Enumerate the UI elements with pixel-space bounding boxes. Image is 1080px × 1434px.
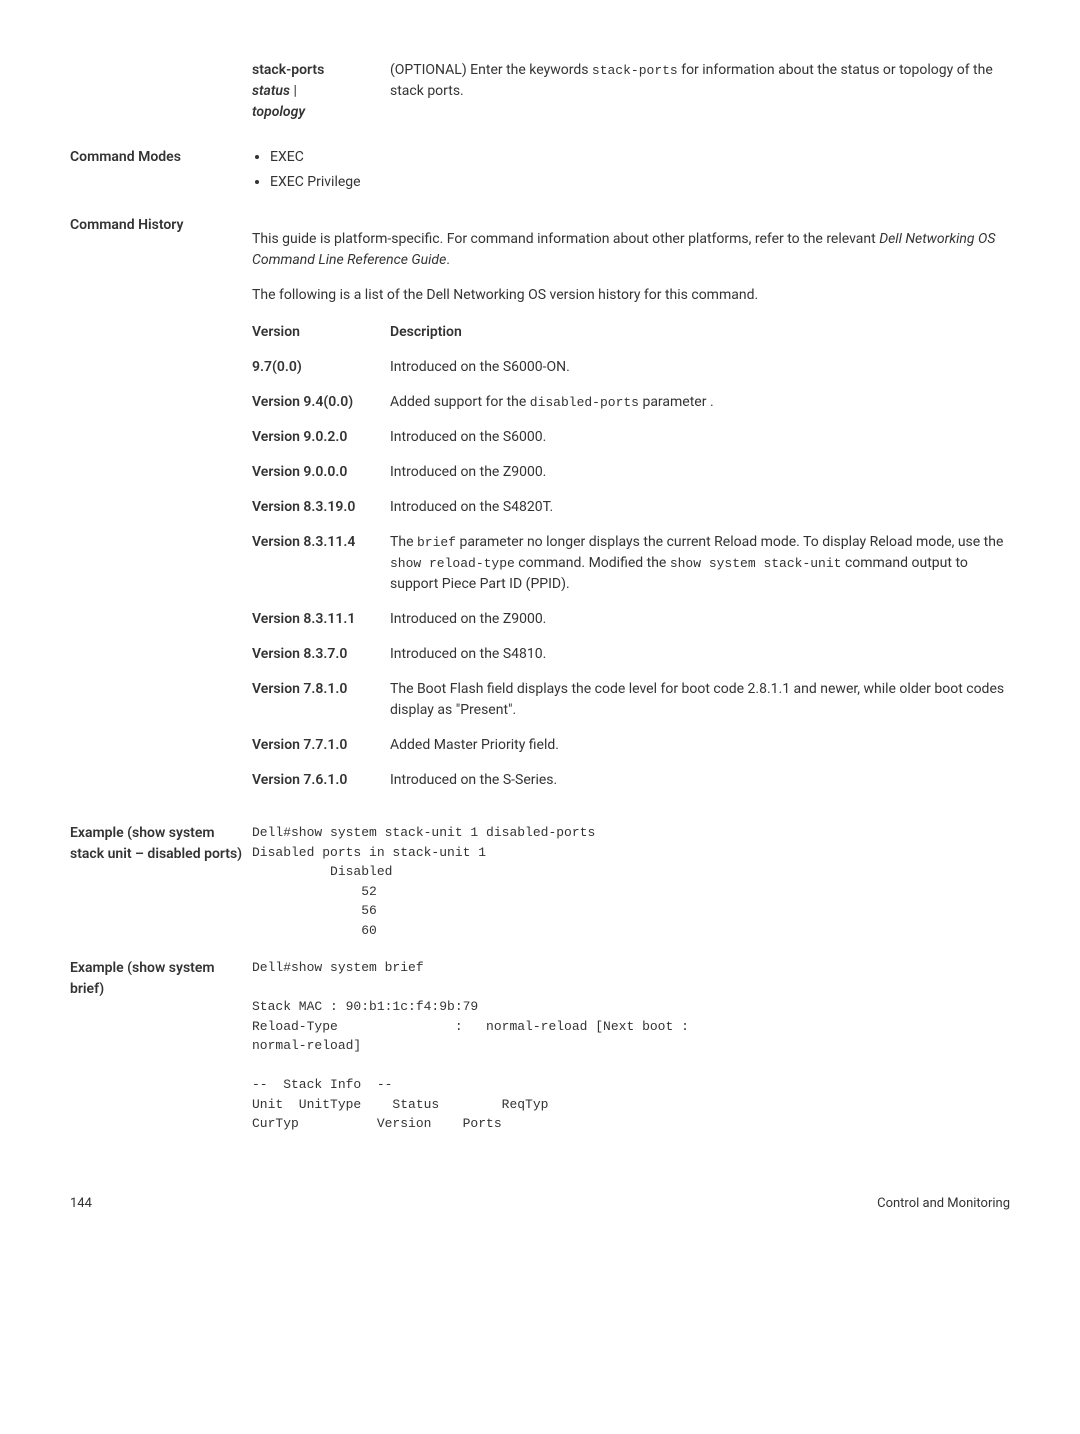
- version-cell-description: Introduced on the S6000.: [390, 427, 1010, 448]
- parameter-definition: (OPTIONAL) Enter the keywords stack-port…: [390, 60, 1010, 123]
- version-row: Version 9.4(0.0)Added support for the di…: [252, 392, 1010, 413]
- command-history-section: Command History This guide is platform-s…: [70, 215, 1010, 805]
- inline-code: show reload-type: [390, 556, 515, 571]
- history-intro2: The following is a list of the Dell Netw…: [252, 285, 1010, 306]
- modes-list-item: EXEC Privilege: [270, 172, 1010, 193]
- command-modes-section: Command Modes EXEC EXEC Privilege: [70, 147, 1010, 197]
- text-span: Added support for the: [390, 394, 530, 410]
- version-cell-description: Introduced on the S6000-ON.: [390, 357, 1010, 378]
- example2-code: Dell#show system brief Stack MAC : 90:b1…: [252, 958, 1010, 1134]
- inline-code: brief: [417, 535, 456, 550]
- example1-code: Dell#show system stack-unit 1 disabled-p…: [252, 823, 1010, 940]
- history-intro: This guide is platform-specific. For com…: [252, 229, 1010, 271]
- version-cell-version: Version 9.4(0.0): [252, 392, 390, 413]
- param-term-2: status: [252, 83, 290, 99]
- text-span: Introduced on the Z9000.: [390, 611, 546, 627]
- text-span: Introduced on the Z9000.: [390, 464, 546, 480]
- example2-label: Example (show system brief): [70, 958, 252, 1134]
- version-row: Version 9.0.0.0Introduced on the Z9000.: [252, 462, 1010, 483]
- version-cell-version: Version 7.6.1.0: [252, 770, 390, 791]
- version-row: Version 8.3.7.0Introduced on the S4810.: [252, 644, 1010, 665]
- version-cell-version: Version 7.8.1.0: [252, 679, 390, 721]
- version-header-c2: Description: [390, 322, 1010, 343]
- version-cell-version: Version 7.7.1.0: [252, 735, 390, 756]
- example1-body: Dell#show system stack-unit 1 disabled-p…: [252, 823, 1010, 940]
- text-span: The: [390, 534, 417, 550]
- version-table: Version Description 9.7(0.0)Introduced o…: [252, 322, 1010, 791]
- text-span: Introduced on the S6000.: [390, 429, 546, 445]
- command-modes-body: EXEC EXEC Privilege: [252, 147, 1010, 197]
- example2-body: Dell#show system brief Stack MAC : 90:b1…: [252, 958, 1010, 1134]
- text-span: parameter no longer displays the current…: [456, 534, 1003, 550]
- version-cell-description: Introduced on the S4810.: [390, 644, 1010, 665]
- version-row: Version 8.3.11.1Introduced on the Z9000.: [252, 609, 1010, 630]
- text-span: parameter .: [639, 394, 714, 410]
- version-cell-version: Version 9.0.2.0: [252, 427, 390, 448]
- page-footer: 144 Control and Monitoring: [70, 1194, 1010, 1214]
- version-cell-description: The Boot Flash field displays the code l…: [390, 679, 1010, 721]
- version-cell-version: Version 8.3.11.1: [252, 609, 390, 630]
- text-span: command. Modified the: [515, 555, 670, 571]
- version-row: Version 8.3.11.4The brief parameter no l…: [252, 532, 1010, 595]
- text-span: Added Master Priority field.: [390, 737, 559, 753]
- version-row: Version 9.0.2.0Introduced on the S6000.: [252, 427, 1010, 448]
- page-number: 144: [70, 1194, 92, 1214]
- param-term-1: stack-ports: [252, 62, 324, 78]
- modes-list-item: EXEC: [270, 147, 1010, 168]
- example1-section: Example (show system stack unit – disabl…: [70, 823, 1010, 940]
- param-term-sep: |: [290, 83, 297, 99]
- version-row: Version 7.6.1.0Introduced on the S-Serie…: [252, 770, 1010, 791]
- version-cell-description: Introduced on the Z9000.: [390, 609, 1010, 630]
- version-header-row: Version Description: [252, 322, 1010, 343]
- text-span: The Boot Flash field displays the code l…: [390, 681, 1004, 718]
- version-cell-version: Version 8.3.11.4: [252, 532, 390, 595]
- example1-label: Example (show system stack unit – disabl…: [70, 823, 252, 940]
- inline-code: show system stack-unit: [670, 556, 842, 571]
- version-row: 9.7(0.0)Introduced on the S6000-ON.: [252, 357, 1010, 378]
- version-cell-version: 9.7(0.0): [252, 357, 390, 378]
- text-span: Introduced on the S6000-ON.: [390, 359, 570, 375]
- modes-list: EXEC EXEC Privilege: [252, 147, 1010, 193]
- text-span: Introduced on the S-Series.: [390, 772, 557, 788]
- version-cell-version: Version 8.3.19.0: [252, 497, 390, 518]
- text-span: Introduced on the S4810.: [390, 646, 546, 662]
- version-row: Version 7.8.1.0The Boot Flash field disp…: [252, 679, 1010, 721]
- version-cell-description: Introduced on the Z9000.: [390, 462, 1010, 483]
- command-history-body: This guide is platform-specific. For com…: [252, 215, 1010, 805]
- version-cell-version: Version 9.0.0.0: [252, 462, 390, 483]
- inline-code: disabled-ports: [530, 395, 639, 410]
- version-cell-description: Added Master Priority field.: [390, 735, 1010, 756]
- param-def-code: stack-ports: [592, 63, 678, 78]
- param-term-3: topology: [252, 104, 305, 120]
- footer-title: Control and Monitoring: [877, 1194, 1010, 1214]
- text-span: Introduced on the S4820T.: [390, 499, 553, 515]
- version-cell-description: Introduced on the S-Series.: [390, 770, 1010, 791]
- command-history-label: Command History: [70, 215, 252, 805]
- version-row: Version 8.3.19.0Introduced on the S4820T…: [252, 497, 1010, 518]
- version-cell-description: Introduced on the S4820T.: [390, 497, 1010, 518]
- version-header-c1: Version: [252, 322, 390, 343]
- example2-section: Example (show system brief) Dell#show sy…: [70, 958, 1010, 1134]
- version-cell-description: The brief parameter no longer displays t…: [390, 532, 1010, 595]
- version-cell-description: Added support for the disabled-ports par…: [390, 392, 1010, 413]
- parameter-row: stack-ports status | topology (OPTIONAL)…: [70, 60, 1010, 123]
- parameter-term: stack-ports status | topology: [70, 60, 390, 123]
- history-intro-part1: This guide is platform-specific. For com…: [252, 231, 879, 247]
- version-row: Version 7.7.1.0Added Master Priority fie…: [252, 735, 1010, 756]
- version-cell-version: Version 8.3.7.0: [252, 644, 390, 665]
- history-intro-part2: .: [446, 252, 450, 268]
- command-modes-label: Command Modes: [70, 147, 252, 197]
- param-def-part1: (OPTIONAL) Enter the keywords: [390, 62, 592, 78]
